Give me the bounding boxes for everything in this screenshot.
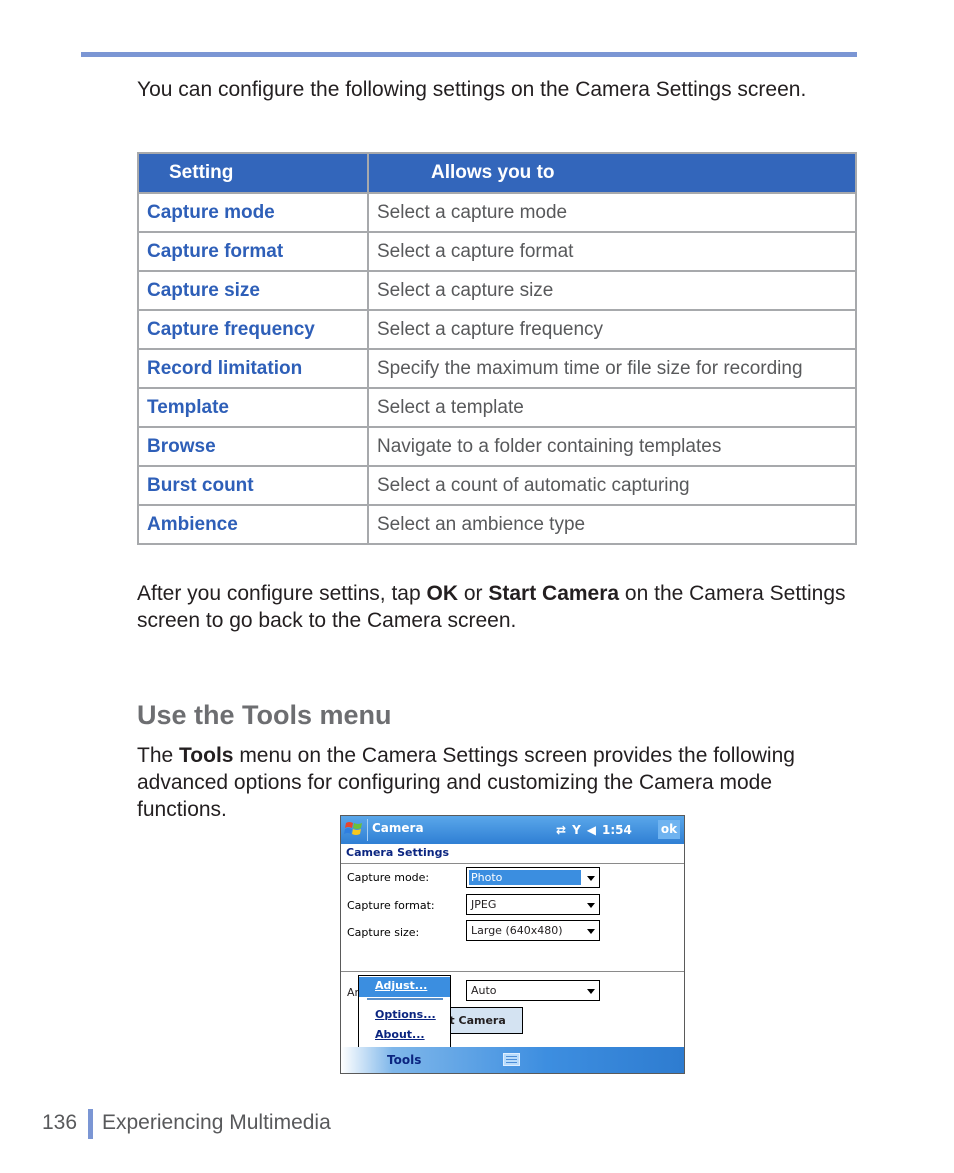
capture-size-value: Large (640x480) bbox=[471, 924, 563, 937]
camera-settings-title: Camera Settings bbox=[346, 846, 450, 859]
dropdown-arrow-icon bbox=[587, 929, 595, 934]
setting-name: Capture mode bbox=[137, 192, 369, 233]
device-page-header: Camera Settings bbox=[341, 844, 684, 864]
device-app-title: Camera bbox=[372, 821, 424, 835]
header-allows: Allows you to bbox=[367, 152, 857, 194]
table-row: Browse Navigate to a folder containing te… bbox=[137, 426, 857, 467]
setting-desc: Specify the maximum time or file size fo… bbox=[367, 348, 857, 389]
status-area: ⇄ Y ◀ 1:54 bbox=[556, 820, 632, 840]
after-text-mid: or bbox=[458, 582, 489, 605]
connectivity-icon[interactable]: ⇄ bbox=[556, 823, 566, 837]
setting-name: Ambience bbox=[137, 504, 369, 545]
setting-desc: Select a capture size bbox=[367, 270, 857, 311]
setting-name: Capture size bbox=[137, 270, 369, 311]
table-header-row: Setting Allows you to bbox=[137, 152, 857, 194]
table-row: Template Select a template bbox=[137, 387, 857, 428]
settings-table: Setting Allows you to Capture mode Select… bbox=[137, 152, 857, 545]
ok-bold: OK bbox=[426, 582, 459, 605]
setting-desc: Select a count of automatic capturing bbox=[367, 465, 857, 506]
table-row: Capture size Select a capture size bbox=[137, 270, 857, 311]
header-setting: Setting bbox=[137, 152, 369, 194]
table-row: Ambience Select an ambience type bbox=[137, 504, 857, 545]
windows-start-icon[interactable] bbox=[344, 819, 364, 839]
table-row: Capture mode Select a capture mode bbox=[137, 192, 857, 233]
device-title-bar: Camera ⇄ Y ◀ 1:54 ok bbox=[341, 816, 684, 844]
speaker-volume-icon[interactable]: ◀ bbox=[587, 823, 596, 837]
clock-time[interactable]: 1:54 bbox=[602, 823, 632, 837]
setting-desc: Select a capture format bbox=[367, 231, 857, 272]
intro-paragraph: You can configure the following settings… bbox=[137, 78, 807, 101]
tools-bold: Tools bbox=[179, 744, 234, 767]
dropdown-arrow-icon bbox=[587, 989, 595, 994]
menu-separator bbox=[367, 998, 443, 1000]
device-screenshot: Camera ⇄ Y ◀ 1:54 ok Camera Settings Cap… bbox=[340, 815, 685, 1074]
section-heading: Use the Tools menu bbox=[137, 700, 392, 730]
panel-divider bbox=[341, 971, 684, 972]
table-row: Capture frequency Select a capture freque… bbox=[137, 309, 857, 350]
menu-item-adjust[interactable]: Adjust... bbox=[359, 977, 450, 997]
signal-antenna-icon[interactable]: Y bbox=[572, 823, 581, 837]
setting-name: Capture frequency bbox=[137, 309, 369, 350]
dropdown-arrow-icon bbox=[587, 903, 595, 908]
table-row: Record limitation Specify the maximum tim… bbox=[137, 348, 857, 389]
table-row: Burst count Select a count of automatic c… bbox=[137, 465, 857, 506]
setting-name: Capture format bbox=[137, 231, 369, 272]
setting-desc: Navigate to a folder containing template… bbox=[367, 426, 857, 467]
after-paragraph: After you configure settins, tap OK or S… bbox=[137, 580, 857, 634]
setting-desc: Select an ambience type bbox=[367, 504, 857, 545]
ok-button[interactable]: ok bbox=[658, 820, 680, 839]
tools-menu-button[interactable]: Tools bbox=[387, 1053, 421, 1067]
setting-desc: Select a capture mode bbox=[367, 192, 857, 233]
setting-name: Template bbox=[137, 387, 369, 428]
chapter-title: Experiencing Multimedia bbox=[102, 1111, 331, 1134]
tools-popup-menu: Adjust... Options... About... bbox=[358, 975, 451, 1047]
setting-desc: Select a template bbox=[367, 387, 857, 428]
setting-name: Record limitation bbox=[137, 348, 369, 389]
capture-mode-dropdown[interactable]: Photo bbox=[466, 867, 600, 888]
capture-format-dropdown[interactable]: JPEG bbox=[466, 894, 600, 915]
capture-size-dropdown[interactable]: Large (640x480) bbox=[466, 920, 600, 941]
setting-name: Burst count bbox=[137, 465, 369, 506]
title-separator bbox=[367, 819, 368, 841]
device-menu-bar: Tools bbox=[341, 1047, 684, 1073]
capture-mode-label: Capture mode: bbox=[347, 871, 430, 884]
table-row: Capture format Select a capture format bbox=[137, 231, 857, 272]
footer-divider bbox=[88, 1109, 93, 1139]
tools-text-pre: The bbox=[137, 744, 180, 767]
setting-desc: Select a capture frequency bbox=[367, 309, 857, 350]
start-camera-bold: Start Camera bbox=[488, 582, 620, 605]
dropdown-arrow-icon bbox=[587, 876, 595, 881]
menu-item-about[interactable]: About... bbox=[359, 1026, 450, 1043]
ambience-value: Auto bbox=[471, 984, 497, 997]
top-rule bbox=[81, 52, 857, 57]
after-text-pre: After you configure settins, tap bbox=[137, 582, 427, 605]
menu-item-options[interactable]: Options... bbox=[359, 1006, 450, 1023]
tools-paragraph: The Tools menu on the Camera Settings sc… bbox=[137, 742, 867, 823]
capture-format-value: JPEG bbox=[471, 898, 497, 911]
capture-mode-value: Photo bbox=[469, 870, 581, 885]
ambience-dropdown[interactable]: Auto bbox=[466, 980, 600, 1001]
page-number: 136 bbox=[42, 1111, 78, 1134]
capture-size-label: Capture size: bbox=[347, 926, 420, 939]
setting-name: Browse bbox=[137, 426, 369, 467]
tools-text-post: menu on the Camera Settings screen provi… bbox=[137, 744, 795, 821]
keyboard-icon[interactable] bbox=[503, 1053, 520, 1066]
capture-format-label: Capture format: bbox=[347, 899, 435, 912]
